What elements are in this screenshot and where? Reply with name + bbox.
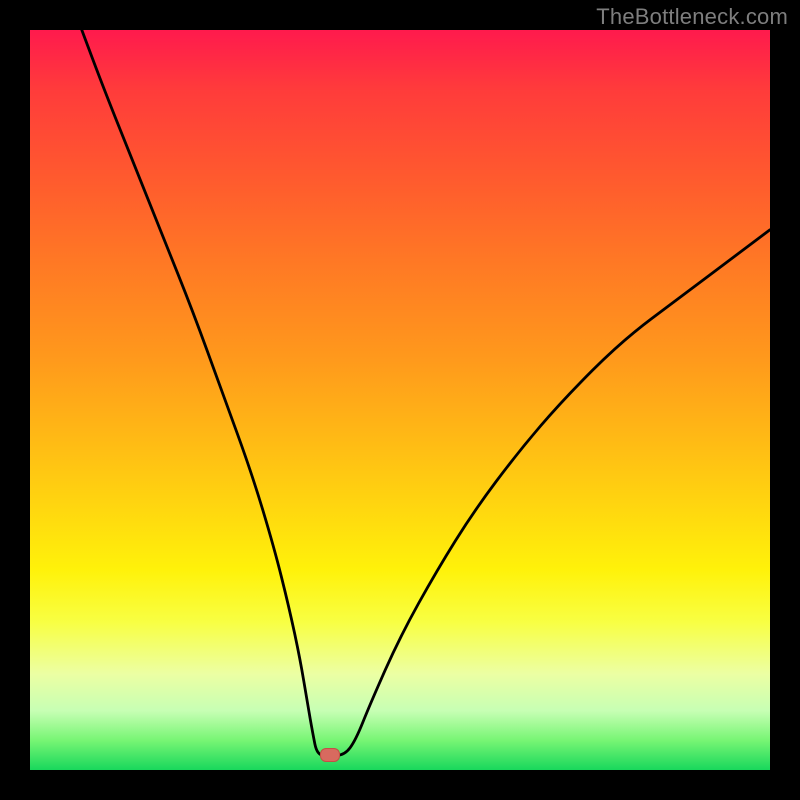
watermark-text: TheBottleneck.com [596, 4, 788, 30]
chart-frame: TheBottleneck.com [0, 0, 800, 800]
bottleneck-curve [30, 30, 770, 770]
plot-area [30, 30, 770, 770]
optimal-point-marker [320, 748, 340, 762]
